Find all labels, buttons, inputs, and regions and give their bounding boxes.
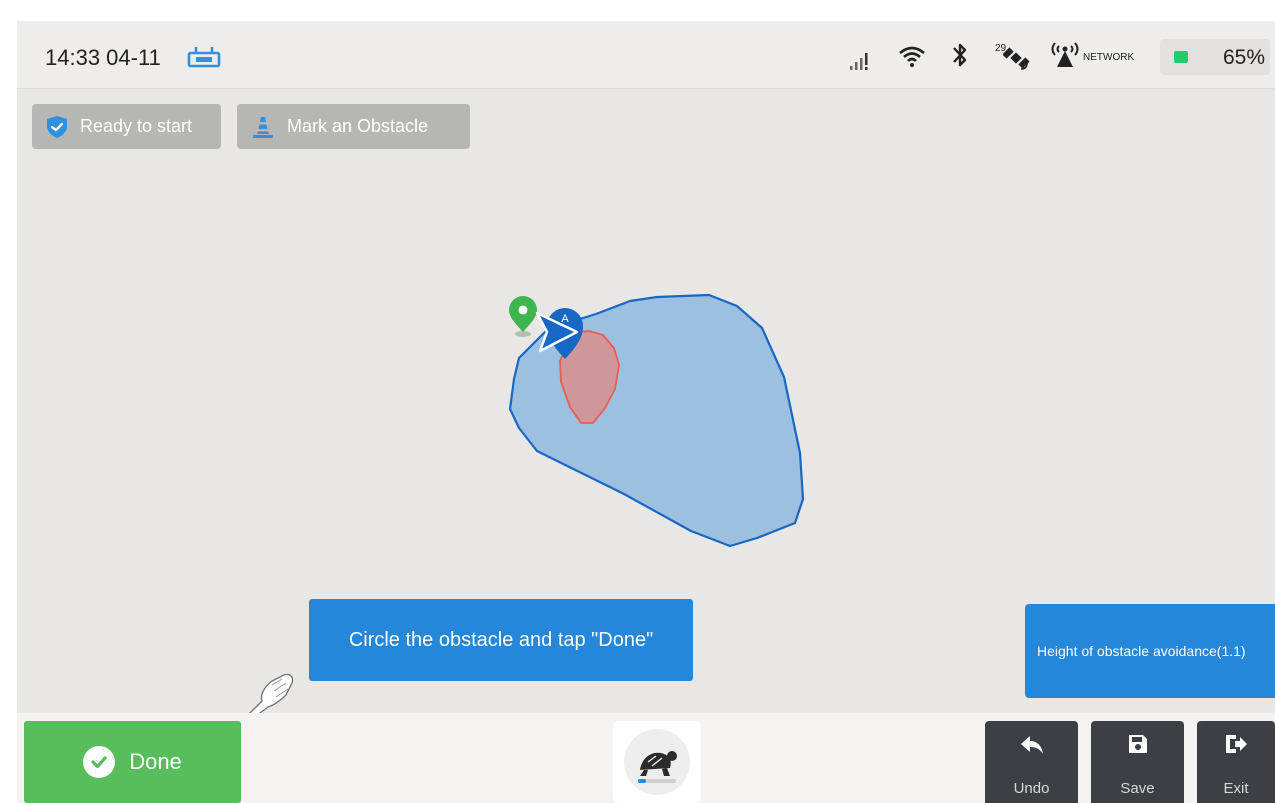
undo-button[interactable]: Undo (985, 721, 1078, 803)
bluetooth-icon (953, 43, 967, 67)
remote-controller-icon (187, 47, 221, 68)
mark-obstacle-label: Mark an Obstacle (287, 116, 429, 136)
svg-text:A: A (561, 313, 569, 325)
bottom-action-bar: Done Undo Save Exit (17, 713, 1275, 803)
exit-icon (1197, 733, 1275, 755)
obstacle-height-panel[interactable]: Height of obstacle avoidance(1.1) (1025, 604, 1275, 698)
shield-check-icon (46, 115, 68, 139)
speed-level-bar (638, 779, 676, 783)
undo-arrow-icon (985, 733, 1078, 757)
save-label: Save (1120, 780, 1155, 797)
cellular-signal-icon (850, 53, 868, 70)
ready-status-pill[interactable]: Ready to start (32, 104, 221, 149)
instruction-text: Circle the obstacle and tap "Done" (348, 628, 654, 651)
app-screen: A 14:33 04-11 29 NETWORK 65% Ready to st… (17, 21, 1275, 803)
turtle-slow-mode-icon (640, 751, 677, 776)
traffic-cone-icon (251, 115, 275, 139)
floppy-disk-icon (1091, 733, 1184, 755)
location-pin-icon (509, 296, 537, 337)
instruction-tooltip: Circle the obstacle and tap "Done" (309, 599, 693, 681)
speed-mode-button[interactable] (613, 721, 701, 803)
done-label: Done (129, 749, 182, 774)
obstacle-height-text: Height of obstacle avoidance(1.1) (1037, 643, 1246, 659)
battery-percent: 65% (1223, 46, 1266, 69)
clock: 14:33 04-11 (45, 45, 161, 70)
save-button[interactable]: Save (1091, 721, 1184, 803)
network-label: NETWORK (1083, 52, 1135, 63)
battery-indicator: 65% (1160, 39, 1270, 75)
mark-obstacle-pill[interactable]: Mark an Obstacle (237, 104, 470, 149)
status-bar: 14:33 04-11 29 NETWORK 65% (17, 21, 1275, 89)
satellite-icon (1003, 47, 1030, 70)
done-button[interactable]: Done (24, 721, 241, 803)
network-antenna-icon (1051, 42, 1079, 67)
ready-status-label: Ready to start (80, 116, 193, 136)
undo-label: Undo (1013, 780, 1050, 797)
check-circle-icon (83, 746, 116, 778)
exit-button[interactable]: Exit (1197, 721, 1275, 803)
battery-icon (1174, 51, 1188, 63)
exit-label: Exit (1223, 780, 1249, 797)
wifi-icon (899, 46, 925, 67)
